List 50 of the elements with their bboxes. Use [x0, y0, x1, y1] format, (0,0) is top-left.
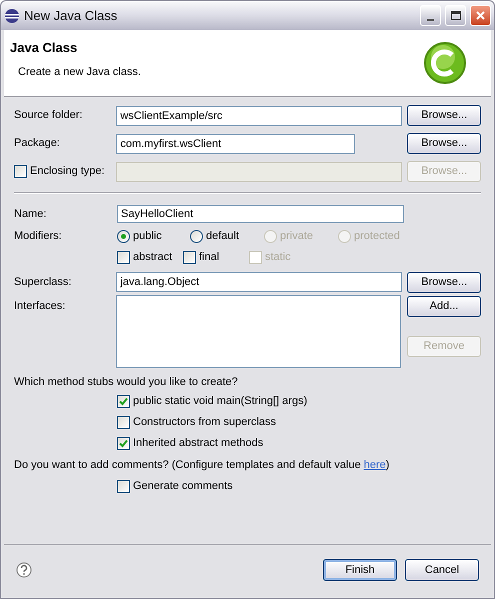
checkbox-label: static	[265, 250, 291, 265]
checkbox-label: Inherited abstract methods	[133, 436, 264, 451]
checkbox[interactable]	[117, 394, 130, 408]
interfaces-list[interactable]	[116, 295, 402, 368]
radio-label: public	[133, 228, 162, 244]
field-label: Modifiers:	[14, 229, 63, 244]
browse-button[interactable]: Browse...	[407, 105, 481, 126]
dialog-button[interactable]: Finish	[323, 559, 397, 581]
page-description: Create a new Java class.	[17, 64, 141, 80]
field-label: Name:	[14, 206, 48, 222]
checkbox[interactable]	[117, 416, 130, 428]
text-field[interactable]: SayHelloClient	[117, 205, 404, 223]
checkbox-label: final	[199, 250, 220, 265]
checkbox-label: Enclosing type:	[30, 164, 105, 180]
question-text: Which method stubs would you like to create?	[14, 375, 239, 388]
checkbox-label: public static void main(String[] args)	[133, 394, 308, 409]
app-icon	[4, 8, 20, 24]
page-title: Java Class	[10, 39, 78, 57]
close-icon	[475, 10, 486, 21]
field-label: Interfaces:	[14, 299, 66, 314]
checkbox-label: abstract	[133, 250, 172, 265]
radio-label: protected	[354, 228, 400, 244]
text-field[interactable]: wsClientExample/src	[116, 106, 402, 126]
class-icon	[423, 41, 467, 85]
link[interactable]: here	[364, 459, 386, 471]
checkbox-label: Constructors from superclass	[133, 414, 276, 430]
help-icon[interactable]	[16, 562, 32, 578]
minimize-button[interactable]	[420, 5, 441, 26]
radio-label: default	[206, 228, 240, 244]
checkbox[interactable]	[117, 480, 130, 493]
field-label: Package:	[14, 136, 61, 152]
dialog-button[interactable]: Cancel	[405, 559, 479, 581]
browse-button[interactable]: Browse...	[407, 272, 481, 292]
maximize-button[interactable]	[445, 5, 466, 26]
checkbox[interactable]	[117, 436, 130, 450]
checkbox[interactable]	[117, 250, 130, 264]
window-title: New Java Class	[24, 6, 118, 25]
radio-button[interactable]	[117, 230, 130, 242]
question-text: Do you want to add comments? (Configure templates and default value here)	[14, 458, 390, 473]
text-field[interactable]: com.myfirst.wsClient	[116, 134, 355, 154]
checkbox[interactable]	[183, 250, 196, 264]
checkbox-label: Generate comments	[133, 479, 233, 494]
field-label: Source folder:	[14, 108, 84, 124]
radio-label: private	[280, 228, 314, 244]
text-field[interactable]: java.lang.Object	[116, 272, 402, 292]
browse-button[interactable]: Browse...	[407, 133, 481, 154]
push-button[interactable]: Add...	[407, 296, 481, 317]
close-button[interactable]	[470, 5, 491, 26]
field-label: Superclass:	[14, 274, 72, 290]
radio-button[interactable]	[190, 230, 203, 242]
